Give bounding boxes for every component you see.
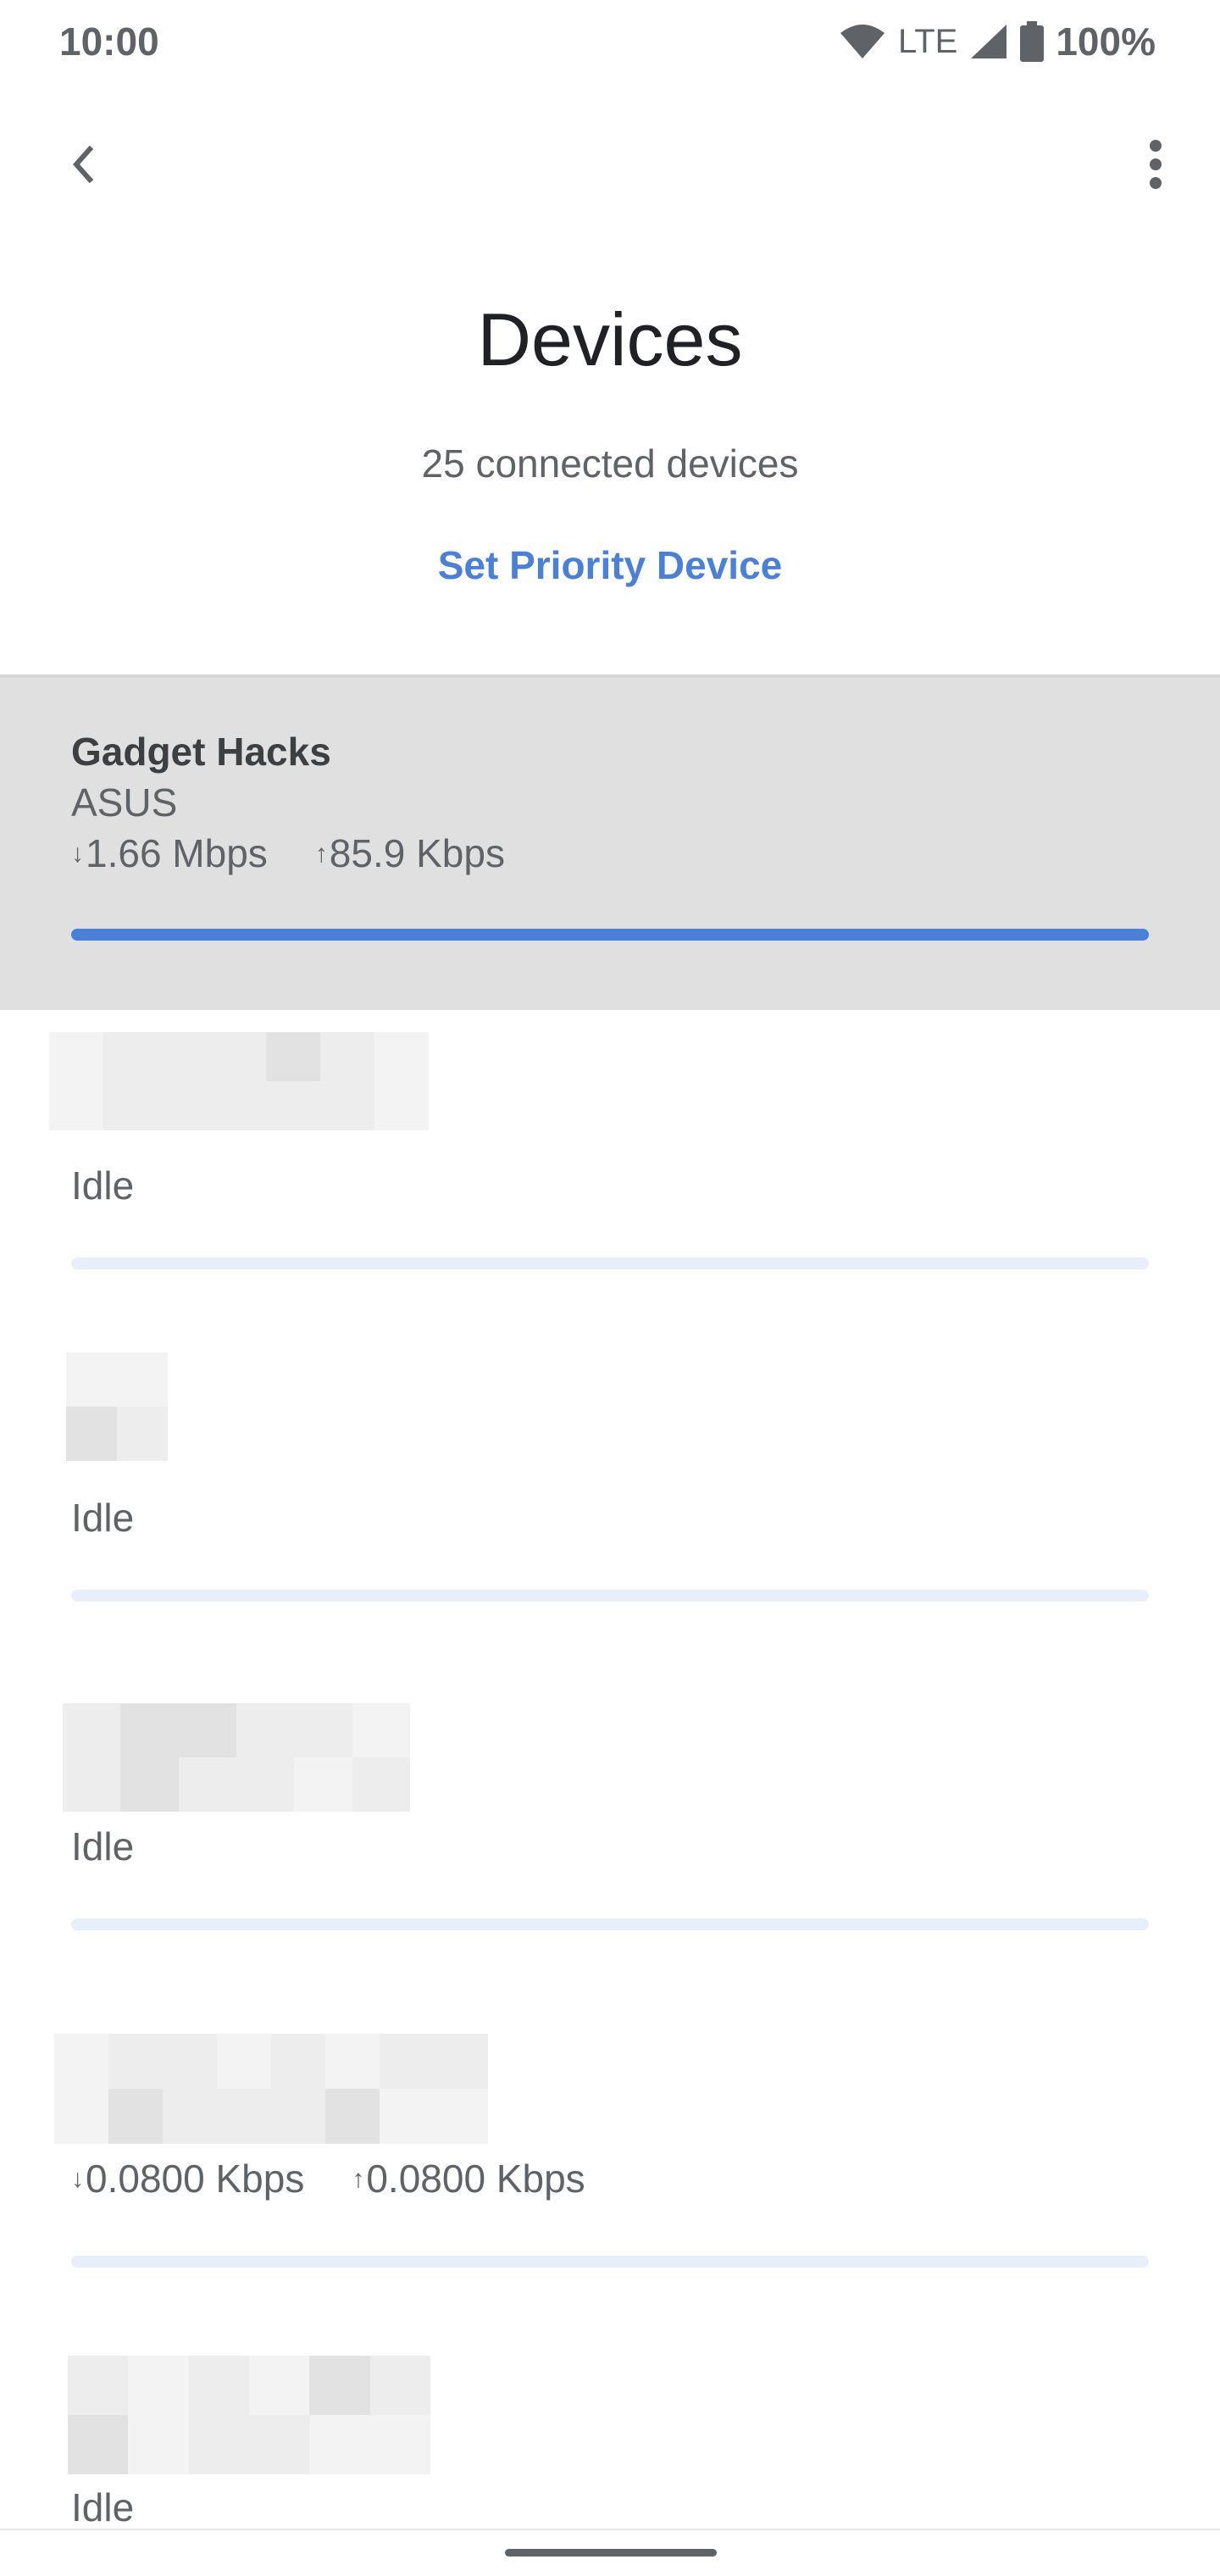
battery-percent: 100% (1056, 19, 1156, 64)
usage-bar (71, 2256, 1149, 2268)
download-arrow-icon: ↓ (71, 2165, 84, 2193)
more-vert-icon (1150, 140, 1162, 189)
device-status: Idle (71, 2485, 135, 2529)
blurred-device-name (49, 1032, 429, 1130)
device-row[interactable]: Idle (0, 1674, 1220, 2007)
upload-rate: 0.0800 Kbps (366, 2157, 585, 2201)
network-label: LTE (897, 22, 958, 60)
device-row[interactable]: Idle (0, 1010, 1220, 1342)
wifi-icon (839, 23, 886, 60)
device-rate: ↓1.66 Mbps ↑85.9 Kbps (71, 830, 505, 876)
back-button[interactable] (56, 137, 110, 192)
set-priority-device-link[interactable]: Set Priority Device (0, 542, 1220, 588)
device-status: Idle (71, 1824, 135, 1868)
status-icons: LTE 100% (839, 19, 1156, 64)
usage-bar (71, 1918, 1149, 1930)
usage-bar (71, 929, 1149, 941)
chevron-left-icon (72, 145, 94, 184)
download-arrow-icon: ↓ (71, 840, 84, 868)
page-title: Devices (477, 297, 743, 381)
upload-arrow-icon: ↑ (314, 840, 328, 868)
connected-count: 25 connected devices (421, 441, 799, 486)
device-name: Gadget Hacks (71, 730, 331, 774)
device-status: Idle (71, 1163, 135, 1208)
overflow-menu-button[interactable] (1128, 137, 1183, 192)
battery-icon (1020, 21, 1045, 62)
blurred-device-name (54, 2034, 488, 2144)
device-rate: ↓0.0800 Kbps ↑0.0800 Kbps (71, 2156, 585, 2201)
download-rate: 0.0800 Kbps (86, 2157, 305, 2201)
home-indicator[interactable] (505, 2549, 717, 2557)
usage-bar-fill (71, 929, 1149, 941)
device-row[interactable]: Idle (0, 2339, 1220, 2529)
device-maker: ASUS (71, 780, 178, 824)
usage-bar (71, 1257, 1149, 1269)
blurred-device-name (68, 2356, 430, 2474)
bottom-divider (0, 2529, 1220, 2530)
device-status: Idle (71, 1496, 135, 1540)
blurred-device-name (66, 1352, 168, 1461)
device-row[interactable]: Gadget Hacks ASUS ↓1.66 Mbps ↑85.9 Kbps (0, 675, 1220, 1010)
blurred-device-name (63, 1703, 410, 1812)
upload-rate: 85.9 Kbps (329, 831, 505, 875)
download-rate: 1.66 Mbps (86, 831, 268, 875)
device-row[interactable]: Idle (0, 1342, 1220, 1674)
status-bar: 10:00 LTE 100% (0, 0, 1220, 85)
status-time: 10:00 (59, 19, 159, 64)
usage-bar (71, 1590, 1149, 1602)
cell-signal-icon (969, 23, 1008, 60)
upload-arrow-icon: ↑ (352, 2165, 365, 2193)
device-row[interactable]: ↓0.0800 Kbps ↑0.0800 Kbps (0, 2007, 1220, 2339)
